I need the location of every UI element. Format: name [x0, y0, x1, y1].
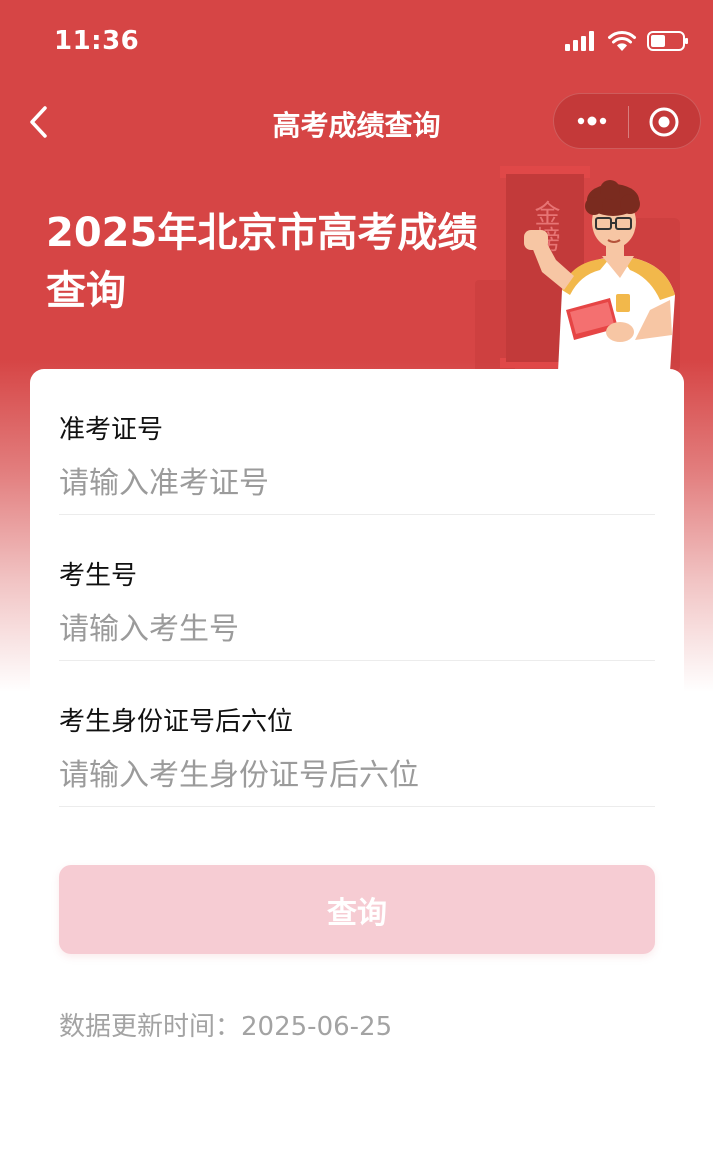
- banner-title: 2025年北京市高考成绩查询: [46, 210, 478, 314]
- update-time-label: 数据更新时间：: [59, 1012, 242, 1042]
- id-last-six-field: 考生身份证号后六位: [59, 661, 655, 807]
- cellular-signal-icon: [565, 31, 597, 51]
- field-label-candidate-number: 考生号: [59, 561, 138, 591]
- nav-bar: 高考成绩查询: [0, 86, 713, 158]
- mini-program-capsule: [553, 93, 701, 149]
- id-last-six-input[interactable]: [59, 753, 655, 797]
- target-circle-icon: [649, 107, 679, 137]
- student-holding-book-illustration: 金榜: [475, 166, 680, 372]
- battery-icon: [647, 31, 688, 51]
- field-label-admission-ticket: 准考证号: [59, 415, 164, 445]
- data-update-time: 数据更新时间：2025-06-25: [59, 1006, 392, 1043]
- query-form-card: 准考证号 考生号 考生身份证号后六位 查询 数据更新时间：2025-06-25: [30, 369, 684, 1143]
- candidate-number-input[interactable]: [59, 607, 655, 651]
- more-dots-icon: [577, 116, 607, 126]
- update-time-value: 2025-06-25: [241, 1012, 393, 1042]
- status-icons: [565, 30, 688, 52]
- field-label-id-last-six: 考生身份证号后六位: [59, 707, 294, 737]
- query-button[interactable]: 查询: [59, 865, 655, 954]
- admission-ticket-field: 准考证号: [59, 369, 655, 515]
- more-button[interactable]: [572, 107, 612, 135]
- status-bar: 11:36: [0, 0, 713, 86]
- candidate-number-field: 考生号: [59, 515, 655, 661]
- admission-ticket-input[interactable]: [59, 461, 655, 505]
- close-mini-program-button[interactable]: [647, 105, 681, 139]
- wifi-icon: [608, 30, 636, 51]
- status-time: 11:36: [54, 26, 140, 56]
- capsule-divider: [628, 106, 629, 138]
